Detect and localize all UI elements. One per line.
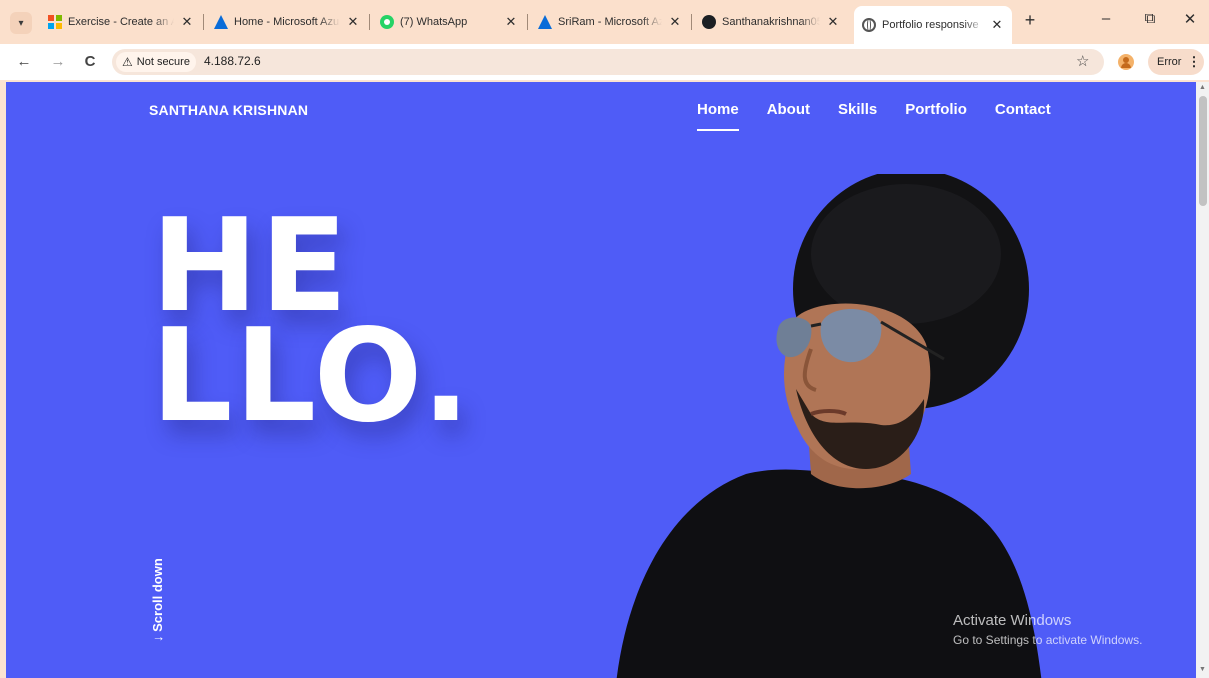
error-label: Error [1157,56,1182,68]
back-button[interactable]: ← [14,52,34,72]
tab-title: Portfolio responsive [882,19,979,31]
tab-github[interactable]: Santhanakrishnan05 ✕ [694,8,848,36]
tab-exercise[interactable]: Exercise - Create an Azure ✕ [40,8,202,36]
tab-title: (7) WhatsApp [400,16,468,28]
browser-toolbar: ← → C ⚠ Not secure 4.188.72.6 ☆ Error ⋮ [0,44,1209,80]
tab-title: SriRam - Microsoft Azure [558,16,662,28]
tab-separator [527,14,528,30]
page-viewport: SANTHANA KRISHNAN Home About Skills Port… [6,82,1196,678]
error-menu-button[interactable]: Error ⋮ [1148,49,1204,75]
tab-separator [369,14,370,30]
azure-icon [214,15,228,29]
github-icon [702,15,716,29]
reload-button[interactable]: C [80,52,100,72]
portrait-image [616,174,1042,678]
hero-line-2: LLO. [151,302,473,451]
nav-contact[interactable]: Contact [995,101,1051,118]
warning-icon: ⚠ [122,55,133,69]
azure-icon [538,15,552,29]
profile-avatar-icon[interactable] [1118,54,1134,70]
scroll-up-arrow-icon[interactable]: ▲ [1199,84,1206,91]
tab-title: Home - Microsoft Azure [234,16,340,28]
hero-heading: HE LLO. [151,203,473,451]
page-scrollbar[interactable]: ▲ ▼ [1196,82,1209,678]
windows-activation-watermark: Activate Windows Go to Settings to activ… [953,612,1142,647]
new-tab-button[interactable]: + [1020,10,1040,31]
chevron-down-icon: ▾ [18,17,24,29]
scrollbar-thumb[interactable] [1199,96,1207,206]
tab-azure-home[interactable]: Home - Microsoft Azure ✕ [206,8,368,36]
star-icon[interactable]: ☆ [1076,52,1089,70]
nav-skills[interactable]: Skills [838,101,877,118]
tab-separator [203,14,204,30]
window-close-button[interactable]: ✕ [1180,10,1200,28]
close-icon[interactable]: ✕ [826,14,840,30]
security-chip[interactable]: ⚠ Not secure [116,52,196,72]
tab-portfolio[interactable]: Portfolio responsive ✕ [854,6,1012,44]
tab-title: Exercise - Create an Azure [68,16,174,28]
tab-title: Santhanakrishnan05 [722,16,820,28]
globe-icon [862,18,876,32]
site-nav: Home About Skills Portfolio Contact [697,101,1079,131]
address-bar[interactable]: ⚠ Not secure 4.188.72.6 [112,49,1104,75]
close-icon[interactable]: ✕ [668,14,682,30]
nav-home[interactable]: Home [697,101,739,131]
kebab-menu-icon: ⋮ [1187,54,1201,69]
minimize-button[interactable]: – [1096,10,1116,27]
tab-search-button[interactable]: ▾ [10,12,32,34]
nav-portfolio[interactable]: Portfolio [905,101,967,118]
close-icon[interactable]: ✕ [180,14,194,30]
tab-strip: ▾ Exercise - Create an Azure ✕ Home - Mi… [0,0,1209,44]
watermark-title: Activate Windows [953,612,1072,629]
microsoft-icon [48,15,62,29]
security-label: Not secure [136,56,190,68]
close-icon[interactable]: ✕ [346,14,360,30]
tab-azure-sriram[interactable]: SriRam - Microsoft Azure ✕ [530,8,690,36]
url-text[interactable]: 4.188.72.6 [204,54,261,68]
whatsapp-icon [380,15,394,29]
tab-whatsapp[interactable]: (7) WhatsApp ✕ [372,8,526,36]
scroll-down-link[interactable]: ↓ Scroll down [150,558,165,642]
forward-button[interactable]: → [48,52,68,72]
close-icon[interactable]: ✕ [504,14,518,30]
scroll-down-arrow-icon[interactable]: ▼ [1199,666,1206,673]
close-icon[interactable]: ✕ [990,17,1004,33]
restore-button[interactable]: ⧉ [1140,10,1160,27]
tab-separator [691,14,692,30]
nav-about[interactable]: About [767,101,810,118]
watermark-subtitle: Go to Settings to activate Windows. [953,633,1143,647]
site-brand[interactable]: SANTHANA KRISHNAN [149,102,308,118]
